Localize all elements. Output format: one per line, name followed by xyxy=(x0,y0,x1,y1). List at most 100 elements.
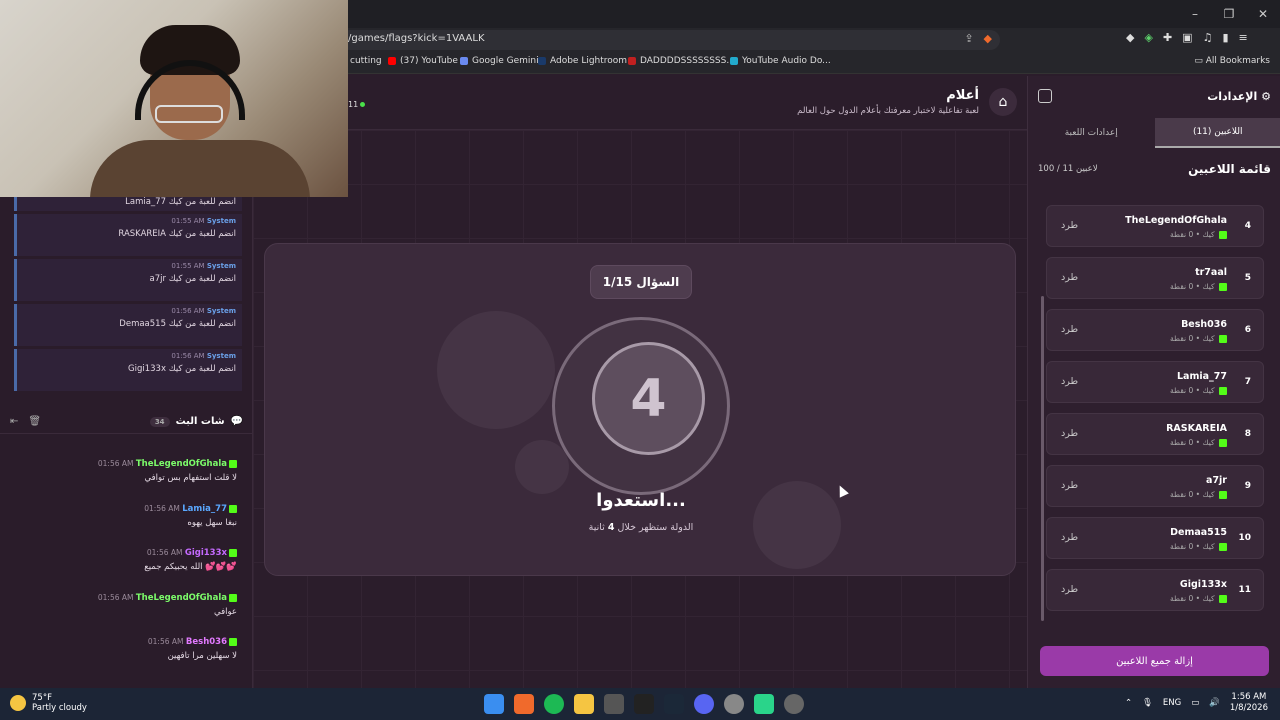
kick-icon xyxy=(229,504,237,513)
question-counter: السؤال 1/15 xyxy=(590,265,692,299)
music-icon[interactable]: ♫ xyxy=(1203,31,1213,44)
app-icon[interactable] xyxy=(604,694,624,714)
bookmark-item[interactable]: Google Gemini xyxy=(460,56,539,66)
weather-widget[interactable]: 75°F Partly cloudy xyxy=(10,693,87,713)
settings-title: الإعدادات ⚙ xyxy=(1207,90,1271,103)
url-text[interactable]: /games/flags?kick=1VAALK xyxy=(348,33,485,44)
stream-chat-panel: Lamia_77 انضم للعبة من كيك 01:55 AM Syst… xyxy=(0,197,253,688)
trash-icon[interactable]: 🗑 xyxy=(28,416,41,427)
settings-icon[interactable] xyxy=(724,694,744,714)
kick-player-button[interactable]: طرد xyxy=(1061,428,1078,439)
vpn-icon[interactable]: ◈ xyxy=(1144,31,1152,44)
volume-icon[interactable]: 🔊 xyxy=(1209,698,1220,708)
minimize-icon[interactable]: – xyxy=(1178,0,1212,28)
address-bar[interactable]: /games/flags?kick=1VAALK ⇪ ◆ xyxy=(340,30,1000,50)
tab-game-settings[interactable]: إعدادات اللعبة xyxy=(1028,118,1155,148)
system-message: 01:55 AM System RASKAREIA انضم للعبة من … xyxy=(14,214,242,256)
spotify-icon[interactable] xyxy=(544,694,564,714)
extension-icon[interactable]: ◆ xyxy=(1126,31,1134,44)
kick-icon xyxy=(1219,595,1227,603)
webcam-glasses xyxy=(155,105,223,123)
decor-bubble xyxy=(515,440,569,494)
chevron-up-icon[interactable]: ⌃ xyxy=(1125,698,1132,708)
menu-icon[interactable]: ≡ xyxy=(1239,31,1248,44)
bookmark-item[interactable]: cutting xyxy=(350,56,382,66)
puzzle-icon[interactable]: ✚ xyxy=(1163,31,1172,44)
kick-player-button[interactable]: طرد xyxy=(1061,220,1078,231)
player-row: طرد tr7aal كيك • 0 نقطة 5 xyxy=(1046,257,1264,299)
chat-message: 01:56 AM TheLegendOfGhala عوافي xyxy=(97,592,237,617)
kick-player-button[interactable]: طرد xyxy=(1061,480,1078,491)
countdown-number: 4 xyxy=(592,342,705,455)
collapse-panel-icon[interactable] xyxy=(1038,89,1052,103)
brave-shield-icon[interactable]: ◆ xyxy=(984,32,992,45)
discord-icon[interactable] xyxy=(694,694,714,714)
chat-icon: 💬 xyxy=(230,416,243,427)
system-messages: Lamia_77 انضم للعبة من كيك 01:55 AM Syst… xyxy=(14,197,242,394)
kick-player-button[interactable]: طرد xyxy=(1061,376,1078,387)
ready-heading: استعدوا... xyxy=(596,490,686,511)
chat-message: 01:56 AM TheLegendOfGhala لا قلت استفهام… xyxy=(97,459,237,483)
player-row: طرد a7jr كيك • 0 نقطة 9 xyxy=(1046,465,1264,507)
all-bookmarks-link[interactable]: ▭ All Bookmarks xyxy=(1194,56,1270,66)
kick-player-button[interactable]: طرد xyxy=(1061,532,1078,543)
chat-message: 01:56 AM Besh036 لا سهلين مرا تافهين xyxy=(147,637,237,661)
folder-icon[interactable] xyxy=(574,694,594,714)
sidebar-icon[interactable]: ▮ xyxy=(1222,31,1228,44)
bookmark-item[interactable]: Adobe Lightroom xyxy=(538,56,627,66)
player-row: طرد RASKAREIA كيك • 0 نقطة 8 xyxy=(1046,413,1264,455)
brave-icon[interactable] xyxy=(514,694,534,714)
steam-icon[interactable] xyxy=(664,694,684,714)
weather-icon xyxy=(10,695,26,711)
kick-icon xyxy=(229,638,237,646)
kick-icon xyxy=(229,460,237,468)
share-icon[interactable]: ⇪ xyxy=(964,32,973,45)
obs-icon[interactable] xyxy=(784,694,804,714)
tab-players[interactable]: اللاعبين (11) xyxy=(1154,118,1280,148)
kick-icon xyxy=(229,549,237,557)
audio-icon xyxy=(730,57,738,65)
kick-icon xyxy=(1219,543,1227,551)
player-row: طرد Besh036 كيك • 0 نقطة 6 xyxy=(1046,309,1264,351)
collapse-icon[interactable]: ⇤ xyxy=(10,416,18,427)
app-icon[interactable] xyxy=(754,694,774,714)
kick-icon xyxy=(1219,231,1227,239)
epic-icon[interactable] xyxy=(634,694,654,714)
kick-player-button[interactable]: طرد xyxy=(1061,584,1078,595)
kick-icon xyxy=(1219,439,1227,447)
settings-tabs: إعدادات اللعبة اللاعبين (11) xyxy=(1028,118,1280,148)
start-icon[interactable] xyxy=(484,694,504,714)
home-button[interactable]: ⌂ xyxy=(989,88,1017,116)
network-icon[interactable]: ▭ xyxy=(1191,698,1199,708)
gemini-icon xyxy=(460,57,468,65)
folder-icon: ▭ xyxy=(1194,56,1206,66)
bookmark-item[interactable]: YouTube Audio Do... xyxy=(730,56,831,66)
mic-icon[interactable]: 🎙 xyxy=(1142,698,1153,708)
player-row: طرد Demaa515 كيك • 0 نقطة 10 xyxy=(1046,517,1264,559)
chat-header: ⇤ 🗑 34 شات البث 💬 xyxy=(0,410,253,434)
maximize-icon[interactable]: ❐ xyxy=(1212,0,1246,28)
bookmark-item[interactable]: DADDDDSSSSSSSS... xyxy=(628,56,735,66)
game-header: 11 أعلام لعبة تفاعلية لاختبار معرفتك بأع… xyxy=(348,76,1027,130)
player-row: طرد TheLegendOfGhala كيك • 0 نقطة 4 xyxy=(1046,205,1264,247)
lightroom-icon xyxy=(538,57,546,65)
decor-bubble xyxy=(437,311,555,429)
chat-count-badge: 34 xyxy=(149,416,170,427)
taskbar: 75°F Partly cloudy ⌃ 🎙 ENG ▭ 🔊 1:56 AM 1/8… xyxy=(0,688,1280,720)
close-icon[interactable]: ✕ xyxy=(1246,0,1280,28)
players-scrollbar[interactable] xyxy=(1041,296,1044,621)
wallet-icon[interactable]: ▣ xyxy=(1182,31,1192,44)
bookmark-item[interactable]: (37) YouTube xyxy=(388,56,458,66)
clock[interactable]: 1:56 AM 1/8/2026 xyxy=(1230,692,1268,714)
kick-player-button[interactable]: طرد xyxy=(1061,324,1078,335)
players-list: طرد TheLegendOfGhala كيك • 0 نقطة 4 طرد … xyxy=(1046,205,1264,621)
remove-all-players-button[interactable]: إزالة جميع اللاعبين xyxy=(1040,646,1269,676)
kick-icon xyxy=(1219,283,1227,291)
player-row: طرد Lamia_77 كيك • 0 نقطة 7 xyxy=(1046,361,1264,403)
chat-message: 01:56 AM Lamia_77 نبغا سهل يهوه xyxy=(144,503,237,528)
kick-player-button[interactable]: طرد xyxy=(1061,272,1078,283)
settings-header: الإعدادات ⚙ xyxy=(1028,76,1280,118)
system-message: 01:56 AM System Gigi133x انضم للعبة من ك… xyxy=(14,349,242,391)
kick-icon xyxy=(229,593,237,602)
language-indicator[interactable]: ENG xyxy=(1163,698,1181,708)
